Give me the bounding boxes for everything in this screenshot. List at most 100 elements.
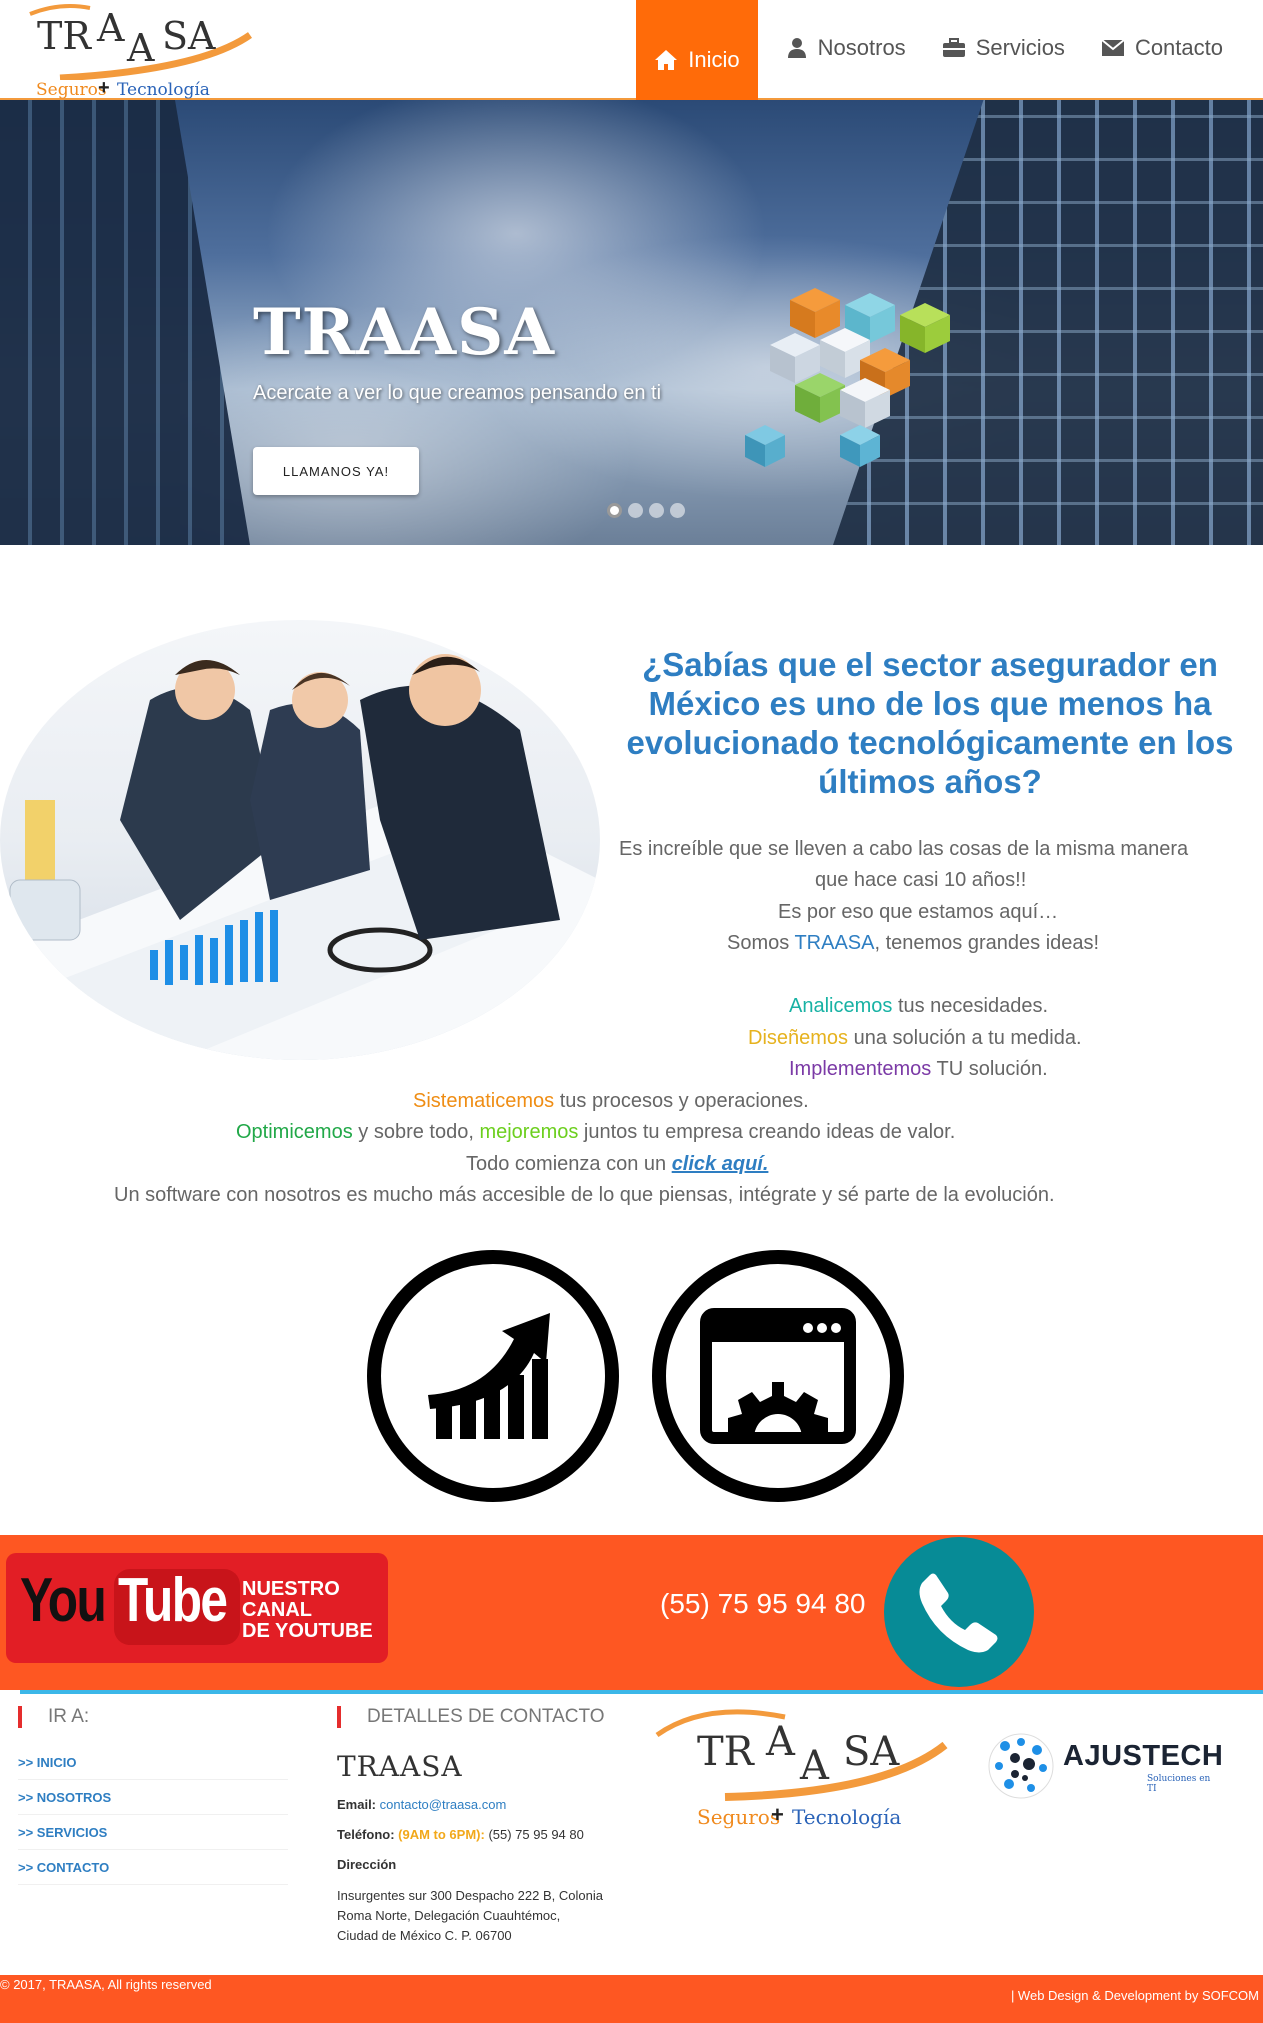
logo-plus: + (98, 77, 110, 99)
footer-address: Insurgentes sur 300 Despacho 222 B, Colo… (337, 1886, 603, 1946)
nav-label: Contacto (1134, 35, 1223, 60)
slider-dot-1[interactable] (607, 503, 622, 518)
ajustech-name: AJUSTECH (1063, 1740, 1224, 1772)
footer-address-label-row: Dirección (337, 1857, 396, 1872)
footer-email-row: Email: contacto@traasa.com (337, 1797, 506, 1812)
youtube-caption-line: DE YOUTUBE (242, 1620, 373, 1642)
call-us-button[interactable]: LLAMANOS YA! (253, 447, 419, 495)
intro-line-4: Somos TRAASA, tenemos grandes ideas! (727, 928, 1099, 960)
youtube-tube: Tube (118, 1566, 228, 1635)
phone-call-button[interactable] (884, 1537, 1034, 1687)
intro-line-8: Sistematicemos tus procesos y operacione… (413, 1086, 809, 1118)
intro-text: TU solución. (931, 1058, 1048, 1080)
traasa-logo[interactable]: TR A A SA Seguros + Tecnología (0, 0, 260, 100)
address-line: Ciudad de México C. P. 06700 (337, 1928, 512, 1943)
designer-credit[interactable]: | Web Design & Development by SOFCOM (1011, 1988, 1259, 2003)
slider-dot-4[interactable] (670, 503, 685, 518)
intro-line-2: que hace casi 10 años!! (815, 869, 1027, 891)
intro-line-10: Todo comienza con un click aquí. (466, 1149, 768, 1181)
logo-letters-tr: TR (37, 14, 91, 58)
footer-logo-plus: + (771, 1802, 784, 1827)
intro-text: Todo comienza con un (466, 1153, 672, 1175)
footer-phone-row: Teléfono: (9AM to 6PM): (55) 75 95 94 80 (337, 1827, 584, 1842)
intro-line-6: Diseñemos una solución a tu medida. (748, 1023, 1082, 1055)
logo-letter-a1: A (97, 6, 125, 50)
keyword-sistematicemos: Sistematicemos (413, 1090, 555, 1112)
phone-hours: (9AM to 6PM): (398, 1827, 485, 1842)
hero-subtitle: Acercate a ver lo que creamos pensando e… (253, 382, 662, 404)
footer-logo-seguros: Seguros (697, 1805, 781, 1829)
logo-tagline-seguros: Seguros (36, 80, 107, 100)
home-icon (655, 50, 678, 70)
keyword-mejoremos: mejoremos (479, 1121, 579, 1143)
intro-text: Somos (727, 932, 795, 954)
app-settings-icon[interactable] (652, 1250, 904, 1502)
nav-item-servicios[interactable]: Servicios (924, 0, 1083, 96)
email-link[interactable]: contacto@traasa.com (380, 1797, 507, 1812)
footer-logo-letter-a2: A (800, 1743, 829, 1789)
footer-divider (20, 1690, 1263, 1694)
footer-link-nosotros[interactable]: >> NOSOTROS (18, 1780, 288, 1815)
growth-chart-glyph (428, 1313, 550, 1439)
footer-link-contacto[interactable]: >> CONTACTO (18, 1850, 288, 1885)
intro-text: tus procesos y operaciones. (554, 1090, 809, 1112)
youtube-caption-line: CANAL (242, 1599, 312, 1621)
address-line: Roma Norte, Delegación Cuauhtémoc, (337, 1908, 561, 1923)
hero-title: TRAASA (253, 295, 555, 370)
phone-label: Teléfono: (337, 1827, 395, 1842)
logo-letters-sa: SA (162, 14, 216, 58)
logo-tagline-tecnologia: Tecnología (117, 80, 210, 100)
footer-logo-letters-tr: TR (697, 1729, 754, 1775)
ajustech-tagline: Soluciones en TI (1147, 1774, 1211, 1794)
team-illustration (0, 654, 600, 1060)
footer-phone: (55) 75 95 94 80 (488, 1827, 584, 1842)
intro-line-11: Un software con nosotros es mucho más ac… (114, 1184, 1055, 1206)
footer-link-servicios[interactable]: >> SERVICIOS (18, 1815, 288, 1850)
intro-text: tus necesidades. (892, 995, 1049, 1017)
intro-text: una solución a tu medida. (848, 1027, 1082, 1049)
intro-line-9: Optimicemos y sobre todo, mejoremos junt… (236, 1117, 955, 1149)
email-label: Email: (337, 1797, 377, 1812)
keyword-optimicemos: Optimicemos (236, 1121, 353, 1143)
keyword-disenemos: Diseñemos (748, 1027, 849, 1049)
keyword-analicemos: Analicemos (789, 995, 893, 1017)
intro-text: y sobre todo, (352, 1121, 480, 1143)
nav-label: Inicio (688, 47, 740, 72)
intro-line-3: Es por eso que estamos aquí… (778, 901, 1059, 923)
phone-icon (919, 1573, 998, 1653)
youtube-channel-banner[interactable]: You Tube NUESTRO CANAL DE YOUTUBE (6, 1553, 388, 1663)
intro-line-1: Es increíble que se lleven a cabo las co… (619, 838, 1189, 860)
address-line: Insurgentes sur 300 Despacho 222 B, Colo… (337, 1888, 603, 1903)
intro-text: , tenemos grandes ideas! (874, 932, 1100, 954)
nav-label: Nosotros (817, 35, 906, 60)
nav-label: Servicios (975, 35, 1065, 60)
ajustech-logo[interactable]: AJUSTECH Soluciones en TI (985, 1730, 1223, 1805)
nav-item-contacto[interactable]: Contacto (1083, 0, 1241, 96)
address-label: Dirección (337, 1857, 397, 1872)
keyword-implementemos: Implementemos (789, 1058, 932, 1080)
youtube-caption-line: NUESTRO (242, 1578, 340, 1600)
envelope-icon (1101, 39, 1125, 56)
hero-slider[interactable]: TRAASA Acercate a ver lo que creamos pen… (0, 100, 1263, 545)
slider-dot-3[interactable] (649, 503, 664, 518)
footer-contact-heading: DETALLES DE CONTACTO (337, 1706, 605, 1728)
slider-dot-2[interactable] (628, 503, 643, 518)
footer-traasa-logo[interactable]: TR A A SA Seguros + Tecnología (655, 1705, 955, 1835)
slider-dots (607, 503, 685, 518)
intro-brand: TRAASA (794, 932, 875, 954)
footer-link-inicio[interactable]: >> INICIO (18, 1745, 288, 1780)
hero-cubes-graphic (745, 288, 950, 467)
click-here-link[interactable]: click aquí. (672, 1153, 769, 1175)
intro-text: juntos tu empresa creando ideas de valor… (578, 1121, 956, 1143)
growth-chart-icon[interactable] (367, 1250, 619, 1502)
intro-question: ¿Sabías que el sector asegurador en Méxi… (626, 646, 1234, 800)
copyright: © 2017, TRAASA, All rights reserved (0, 1977, 212, 1992)
nav-item-nosotros[interactable]: Nosotros (768, 0, 924, 96)
footer-links: >> INICIO >> NOSOTROS >> SERVICIOS >> CO… (18, 1745, 288, 1885)
business-team-image (0, 620, 600, 1060)
intro-line-5: Analicemos tus necesidades. (789, 991, 1048, 1023)
footer-brand: TRAASA (337, 1750, 463, 1783)
logo-letter-a2: A (127, 26, 155, 70)
phone-number[interactable]: (55) 75 95 94 80 (660, 1588, 866, 1620)
footer-logo-tecnologia: Tecnología (792, 1805, 902, 1829)
